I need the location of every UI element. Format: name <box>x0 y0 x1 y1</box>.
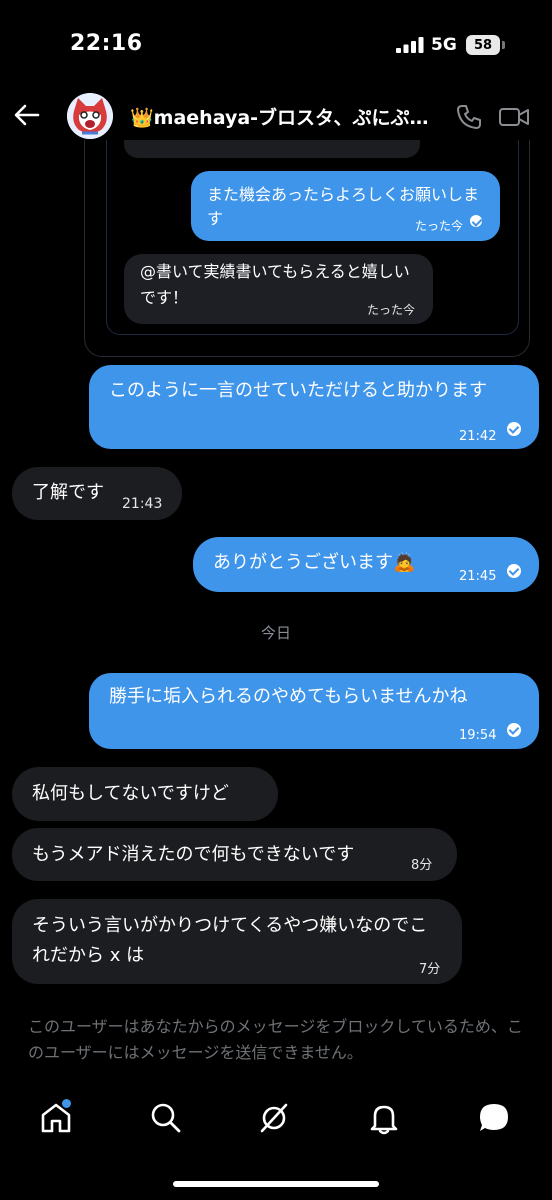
battery-level: 58 <box>473 37 493 53</box>
grok-icon[interactable] <box>256 1100 292 1136</box>
message-time: 21:43 <box>122 496 163 512</box>
bowing-emoji: 🙇 <box>393 552 416 573</box>
date-separator: 今日 <box>260 624 291 642</box>
read-check-icon <box>507 723 521 737</box>
quoted-sent-message: また機会あったらよろしくお願いします たった今 <box>191 171 500 241</box>
message-bubble-received[interactable]: そういう言いがかりつけてくるやつ嫌いなのでこれだから x は 7分 <box>12 899 462 984</box>
quoted-received-message: @書いて実績書いてもらえると嬉しいです！ たった今 <box>124 254 433 324</box>
message-bubble-sent[interactable]: ありがとうございます🙇 21:45 <box>193 537 539 592</box>
conversation-name: maehaya-ブロスタ、ぷにぷ… <box>153 107 429 129</box>
battery-tip <box>502 41 505 49</box>
message-text: 了解です <box>32 482 104 503</box>
message-time: たった今 <box>415 219 464 233</box>
crown-emoji: 👑 <box>130 107 154 129</box>
video-call-icon[interactable] <box>498 102 530 132</box>
message-text: もうメアド消えたので何もできないです <box>32 844 355 865</box>
read-check-icon <box>470 215 482 227</box>
blocked-notice: このユーザーはあなたからのメッセージをブロックしているため、このユーザーにはメッ… <box>28 1017 523 1062</box>
avatar[interactable] <box>67 93 113 139</box>
message-time: 21:45 <box>459 569 497 584</box>
back-arrow-icon[interactable] <box>12 100 42 130</box>
home-notification-dot <box>62 1099 71 1108</box>
message-bubble-sent[interactable]: 勝手に垢入られるのやめてもらいませんかね 19:54 <box>89 673 539 749</box>
message-time: 7分 <box>419 962 441 977</box>
message-text: 勝手に垢入られるのやめてもらいませんかね <box>109 686 468 707</box>
message-text: ありがとうございます <box>213 552 393 573</box>
phone-icon[interactable] <box>454 102 484 132</box>
message-text: そういう言いがかりつけてくるやつ嫌いなのでこれだから x は <box>32 915 428 966</box>
signal-icon <box>396 37 424 53</box>
status-time: 22:16 <box>70 31 143 56</box>
message-time: 21:42 <box>459 429 497 444</box>
message-bubble-received[interactable]: 私何もしてないですけど <box>12 767 278 821</box>
quoted-bubble-stub <box>124 140 420 158</box>
home-indicator <box>173 1181 379 1187</box>
message-bubble-received[interactable]: もうメアド消えたので何もできないです 8分 <box>12 828 457 881</box>
messages-icon[interactable] <box>476 1100 512 1136</box>
cat-avatar-icon <box>67 93 113 139</box>
read-check-icon <box>507 422 521 436</box>
read-check-icon <box>507 564 521 578</box>
message-bubble-sent[interactable]: このように一言のせていただけると助かります 21:42 <box>89 365 539 449</box>
message-time: 19:54 <box>459 728 497 743</box>
notifications-icon[interactable] <box>366 1100 402 1136</box>
conversation-title[interactable]: 👑maehaya-ブロスタ、ぷにぷ… <box>130 103 436 130</box>
search-icon[interactable] <box>148 1100 184 1136</box>
message-text: 私何もしてないですけど <box>32 783 229 804</box>
message-time: たった今 <box>367 303 416 317</box>
message-text: このように一言のせていただけると助かります <box>109 380 487 401</box>
battery-icon: 58 <box>466 35 500 55</box>
network-type: 5G <box>431 35 457 55</box>
message-time: 8分 <box>411 858 433 873</box>
message-bubble-received[interactable]: 了解です 21:43 <box>12 467 182 520</box>
